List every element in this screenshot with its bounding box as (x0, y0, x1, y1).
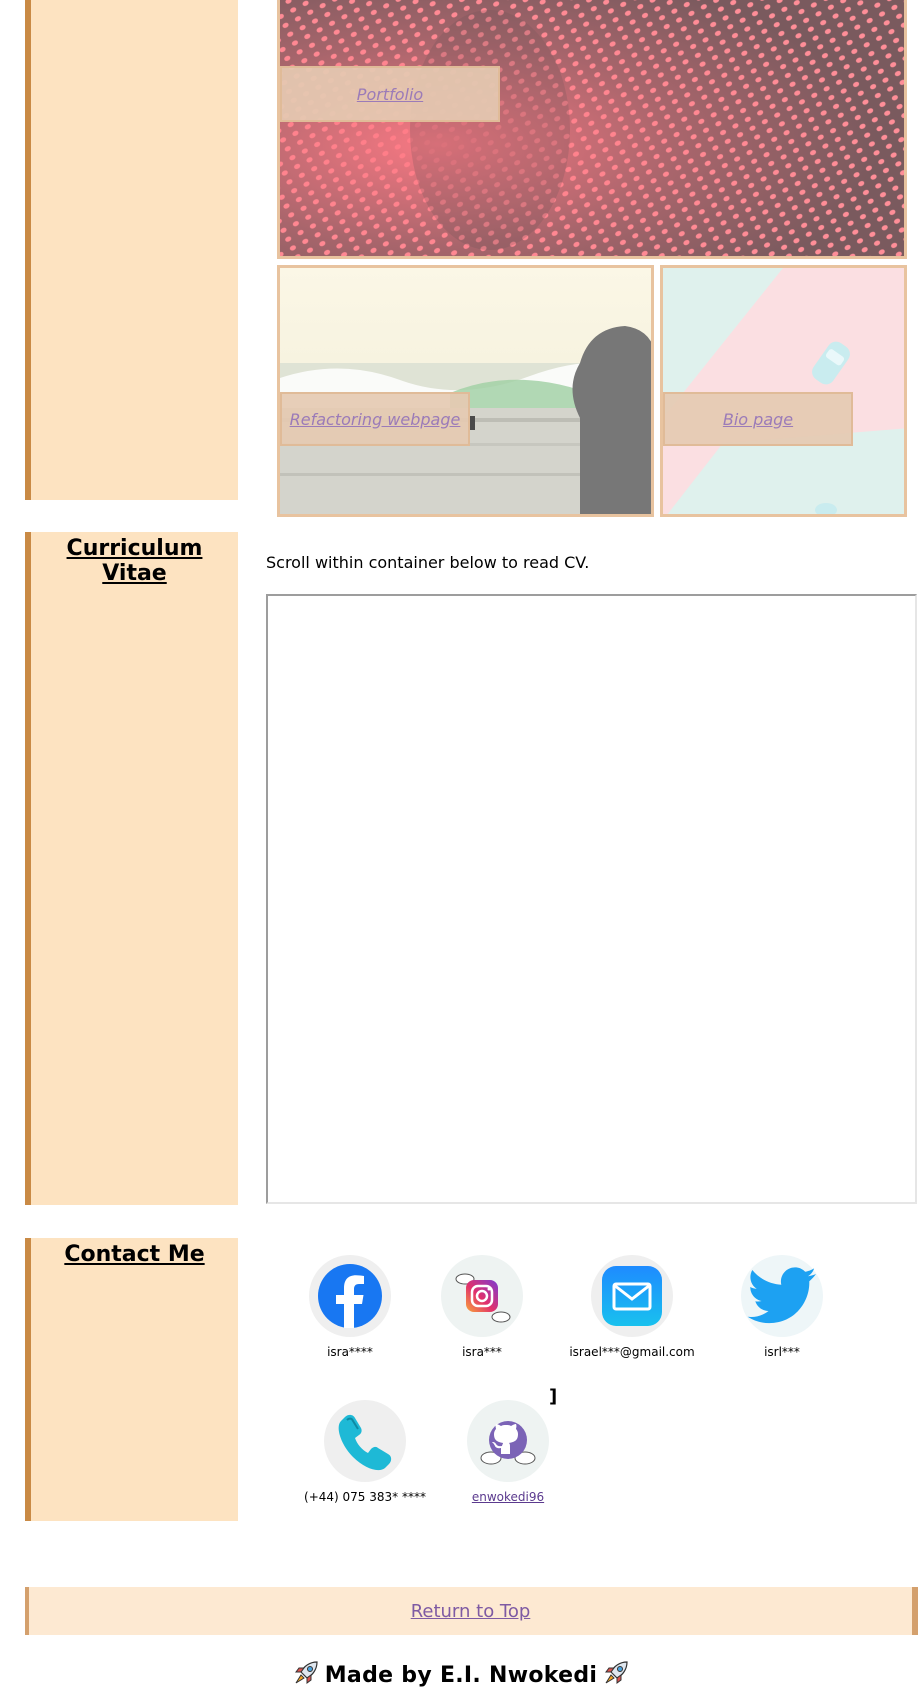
contact-github[interactable]: enwokedi96 (458, 1400, 558, 1504)
sidebar-panel-contact: Contact Me (25, 1238, 238, 1521)
facebook-handle: isra**** (327, 1345, 373, 1359)
sidebar-panel-cv: Curriculum Vitae (25, 532, 238, 1205)
cv-viewer-frame[interactable] (266, 594, 917, 1204)
phone-icon[interactable] (324, 1400, 406, 1482)
twitter-icon[interactable] (741, 1255, 823, 1337)
contact-heading: Contact Me (64, 1242, 205, 1267)
twitter-handle: isrl*** (764, 1345, 800, 1359)
github-icon[interactable] (467, 1400, 549, 1482)
contact-phone[interactable]: (+44) 075 383* **** (300, 1400, 430, 1504)
sidebar-panel-projects (25, 0, 238, 500)
bio-tile[interactable]: Bio page (660, 265, 907, 517)
phone-number: (+44) 075 383* **** (304, 1490, 426, 1504)
instagram-handle: isra*** (462, 1345, 502, 1359)
made-by-text: Made by E.I. Nwokedi (324, 1663, 598, 1688)
facebook-icon[interactable] (309, 1255, 391, 1337)
rocket-icon (603, 1660, 629, 1692)
portfolio-tile-image (280, 0, 904, 256)
bio-tile-link[interactable]: Bio page (663, 392, 853, 446)
contact-facebook[interactable]: isra**** (300, 1255, 400, 1359)
cv-heading: Curriculum Vitae (66, 536, 203, 586)
return-to-top-bar: Return to Top (25, 1587, 918, 1635)
email-icon[interactable] (591, 1255, 673, 1337)
rocket-icon (293, 1660, 319, 1692)
portfolio-tile[interactable]: Portfolio (277, 0, 907, 259)
refactoring-tile[interactable]: Refactoring webpage (277, 265, 654, 517)
contact-instagram[interactable]: isra*** (432, 1255, 532, 1359)
email-address: israel***@gmail.com (569, 1345, 695, 1359)
refactoring-tile-link[interactable]: Refactoring webpage (280, 392, 470, 446)
contact-twitter[interactable]: isrl*** (732, 1255, 832, 1359)
contact-email[interactable]: israel***@gmail.com (562, 1255, 702, 1359)
github-link[interactable]: enwokedi96 (472, 1490, 544, 1504)
cv-intro-text: Scroll within container below to read CV… (266, 553, 590, 572)
return-to-top-link[interactable]: Return to Top (411, 1601, 531, 1622)
portfolio-tile-link[interactable]: Portfolio (280, 66, 500, 122)
made-by-footer: Made by E.I. Nwokedi (0, 1660, 922, 1692)
instagram-icon[interactable] (441, 1255, 523, 1337)
